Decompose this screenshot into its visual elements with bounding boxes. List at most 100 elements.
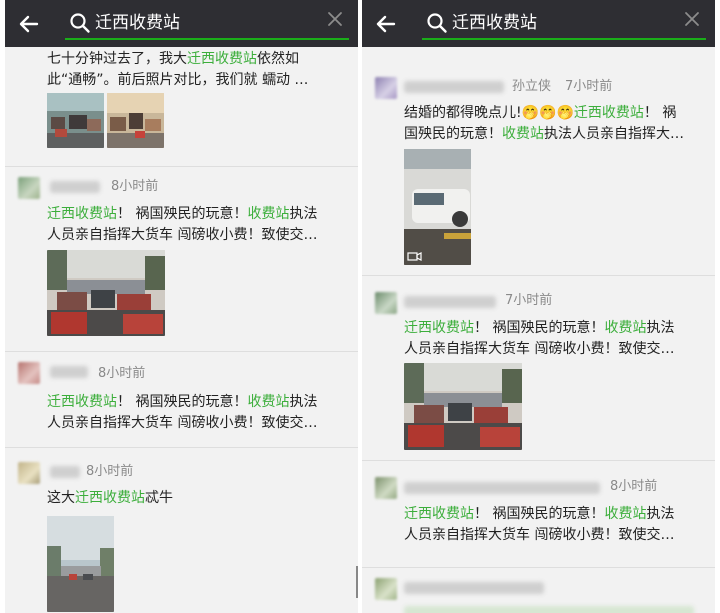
result-post[interactable]: 8小时前 迁西收费站！ 祸国殃民的玩意！收费站执法人员亲自指挥大货车 闯磅收小费…: [5, 167, 358, 336]
text-segment: 人员亲自指挥大货车 闯磅收小费！致使交…: [47, 227, 318, 243]
text-blurred: [404, 606, 694, 613]
post-text-line: 迁西收费站！ 祸国殃民的玩意！收费站执法: [404, 504, 704, 525]
keyword-highlight: 迁西收费站: [404, 320, 474, 336]
emoji: 🤭🤭🤭: [521, 105, 574, 121]
post-text: 七十分钟过去了，我大迁西收费站依然如此“通畅”。前后照片对比，我们就 蠕动 …: [47, 49, 347, 91]
post-photo[interactable]: [404, 363, 522, 450]
search-query: 迁西收费站: [95, 13, 180, 33]
post-text: 迁西收费站！ 祸国殃民的玩意！收费站执法人员亲自指挥大货车 闯磅收小费！致使交…: [404, 318, 704, 360]
post-time: 8小时前: [610, 479, 658, 494]
post-text-line: 迁西收费站！ 祸国殃民的玩意！收费站执法: [47, 392, 347, 413]
right-search-screen: 迁西收费站 孙立侠 7小时前 结婚的都得晚点儿!🤭🤭🤭迁西收费站！ 祸国殃民的玩…: [362, 0, 715, 613]
post-text-line: 迁西收费站！ 祸国殃民的玩意！收费站执法: [47, 204, 347, 225]
text-segment: 执法: [646, 320, 675, 336]
username-blurred[interactable]: [404, 296, 496, 308]
post-photo[interactable]: [47, 250, 165, 336]
avatar[interactable]: [18, 177, 40, 199]
post-time: 7小时前: [565, 79, 613, 94]
text-segment: 人员亲自指挥大货车 闯磅收小费！致使交…: [404, 527, 675, 543]
post-time: 8小时前: [86, 464, 134, 479]
result-post[interactable]: 8小时前 迁西收费站！ 祸国殃民的玩意！收费站执法人员亲自指挥大货车 闯磅收小费…: [5, 352, 358, 452]
text-segment: 这大: [47, 490, 75, 506]
search-input[interactable]: 迁西收费站: [422, 8, 712, 40]
post-photo[interactable]: [47, 93, 104, 148]
scrollbar[interactable]: [356, 566, 358, 598]
text-segment: 执法: [289, 394, 318, 410]
search-bar: 迁西收费站: [362, 0, 715, 47]
search-underline: [422, 38, 706, 40]
text-segment: 执法人员亲自指挥大…: [544, 126, 684, 142]
text-segment: ！ 祸国殃民的玩意！: [474, 320, 605, 336]
result-post[interactable]: 8小时前 迁西收费站！ 祸国殃民的玩意！收费站执法人员亲自指挥大货车 闯磅收小费…: [362, 461, 715, 571]
post-text-line: 人员亲自指挥大货车 闯磅收小费！致使交…: [47, 225, 347, 246]
text-segment: 执法: [646, 506, 675, 522]
post-text-line: 迁西收费站！ 祸国殃民的玩意！收费站执法: [404, 318, 704, 339]
back-arrow-icon[interactable]: [13, 8, 45, 40]
post-time: 7小时前: [505, 293, 553, 308]
keyword-highlight: 收费站: [247, 394, 290, 410]
keyword-highlight: 迁西收费站: [404, 506, 474, 522]
keyword-highlight: 收费站: [604, 320, 647, 336]
text-segment: ！ 祸国殃民的玩意！: [117, 394, 248, 410]
post-text-line: 七十分钟过去了，我大迁西收费站依然如: [47, 49, 347, 70]
username-blurred[interactable]: [404, 81, 504, 93]
search-input[interactable]: 迁西收费站: [65, 8, 355, 40]
close-icon[interactable]: [683, 10, 701, 28]
text-segment: 执法: [289, 206, 318, 222]
search-icon: [427, 13, 447, 33]
keyword-highlight: 迁西收费站: [75, 490, 145, 506]
avatar[interactable]: [375, 292, 397, 314]
text-segment: 人员亲自指挥大货车 闯磅收小费！致使交…: [404, 341, 675, 357]
result-post[interactable]: 七十分钟过去了，我大迁西收费站依然如此“通畅”。前后照片对比，我们就 蠕动 …: [5, 47, 358, 166]
text-segment: ！ 祸国殃民的玩意！: [474, 506, 605, 522]
post-text: 迁西收费站！ 祸国殃民的玩意！收费站执法人员亲自指挥大货车 闯磅收小费！致使交…: [404, 504, 704, 546]
keyword-highlight: 收费站: [502, 126, 544, 142]
username[interactable]: 孙立侠: [512, 79, 551, 95]
avatar[interactable]: [18, 462, 40, 484]
post-text-line: 国殃民的玩意！收费站执法人员亲自指挥大…: [404, 124, 704, 145]
post-text: 结婚的都得晚点儿!🤭🤭🤭迁西收费站！ 祸国殃民的玩意！收费站执法人员亲自指挥大…: [404, 103, 704, 145]
keyword-highlight: 迁西收费站: [187, 51, 257, 67]
result-post[interactable]: 孙立侠 7小时前 结婚的都得晚点儿!🤭🤭🤭迁西收费站！ 祸国殃民的玩意！收费站执…: [362, 65, 715, 275]
post-text-line: 人员亲自指挥大货车 闯磅收小费！致使交…: [47, 413, 347, 434]
post-photo[interactable]: [47, 516, 114, 612]
left-search-screen: 迁西收费站 七十分钟过去了，我大迁西收费站依然如此“通畅”。前后照片对比，我们就…: [5, 0, 358, 613]
close-icon[interactable]: [326, 10, 344, 28]
keyword-highlight: 收费站: [604, 506, 647, 522]
text-segment: 此“通畅”。前后照片对比，我们就 蠕动 …: [47, 72, 309, 88]
post-text: 迁西收费站！ 祸国殃民的玩意！收费站执法人员亲自指挥大货车 闯磅收小费！致使交…: [47, 204, 347, 246]
text-segment: 忒牛: [145, 490, 173, 506]
post-video-thumbnail[interactable]: [404, 149, 471, 265]
username-blurred[interactable]: [50, 366, 88, 378]
text-segment: 七十分钟过去了，我大: [47, 51, 187, 67]
post-time: 8小时前: [111, 179, 159, 194]
post-photo[interactable]: [107, 93, 164, 148]
avatar[interactable]: [375, 77, 397, 99]
search-query: 迁西收费站: [452, 13, 537, 33]
post-text: 这大迁西收费站忒牛: [47, 488, 347, 509]
username-blurred[interactable]: [50, 466, 80, 478]
text-segment: 结婚的都得晚点儿!: [404, 105, 522, 121]
post-time: 8小时前: [98, 366, 146, 381]
result-post[interactable]: 7小时前 迁西收费站！ 祸国殃民的玩意！收费站执法人员亲自指挥大货车 闯磅收小费…: [362, 276, 715, 456]
avatar[interactable]: [18, 362, 40, 384]
search-underline: [65, 38, 349, 40]
username-blurred[interactable]: [404, 582, 544, 594]
avatar[interactable]: [375, 477, 397, 499]
keyword-highlight: 迁西收费站: [573, 105, 644, 121]
text-segment: 人员亲自指挥大货车 闯磅收小费！致使交…: [47, 415, 318, 431]
keyword-highlight: 迁西收费站: [47, 394, 117, 410]
search-bar: 迁西收费站: [5, 0, 358, 47]
back-arrow-icon[interactable]: [370, 8, 402, 40]
keyword-highlight: 迁西收费站: [47, 206, 117, 222]
post-text: 迁西收费站！ 祸国殃民的玩意！收费站执法人员亲自指挥大货车 闯磅收小费！致使交…: [47, 392, 347, 434]
username-blurred[interactable]: [50, 181, 100, 193]
username-blurred[interactable]: [404, 482, 600, 494]
post-text-line: 人员亲自指挥大货车 闯磅收小费！致使交…: [404, 525, 704, 546]
avatar[interactable]: [375, 578, 397, 600]
post-text-line: 此“通畅”。前后照片对比，我们就 蠕动 …: [47, 70, 347, 91]
result-post[interactable]: [362, 568, 715, 613]
text-segment: ！ 祸国殃民的玩意！: [117, 206, 248, 222]
result-post[interactable]: 8小时前 这大迁西收费站忒牛: [5, 448, 358, 613]
search-icon: [70, 13, 90, 33]
